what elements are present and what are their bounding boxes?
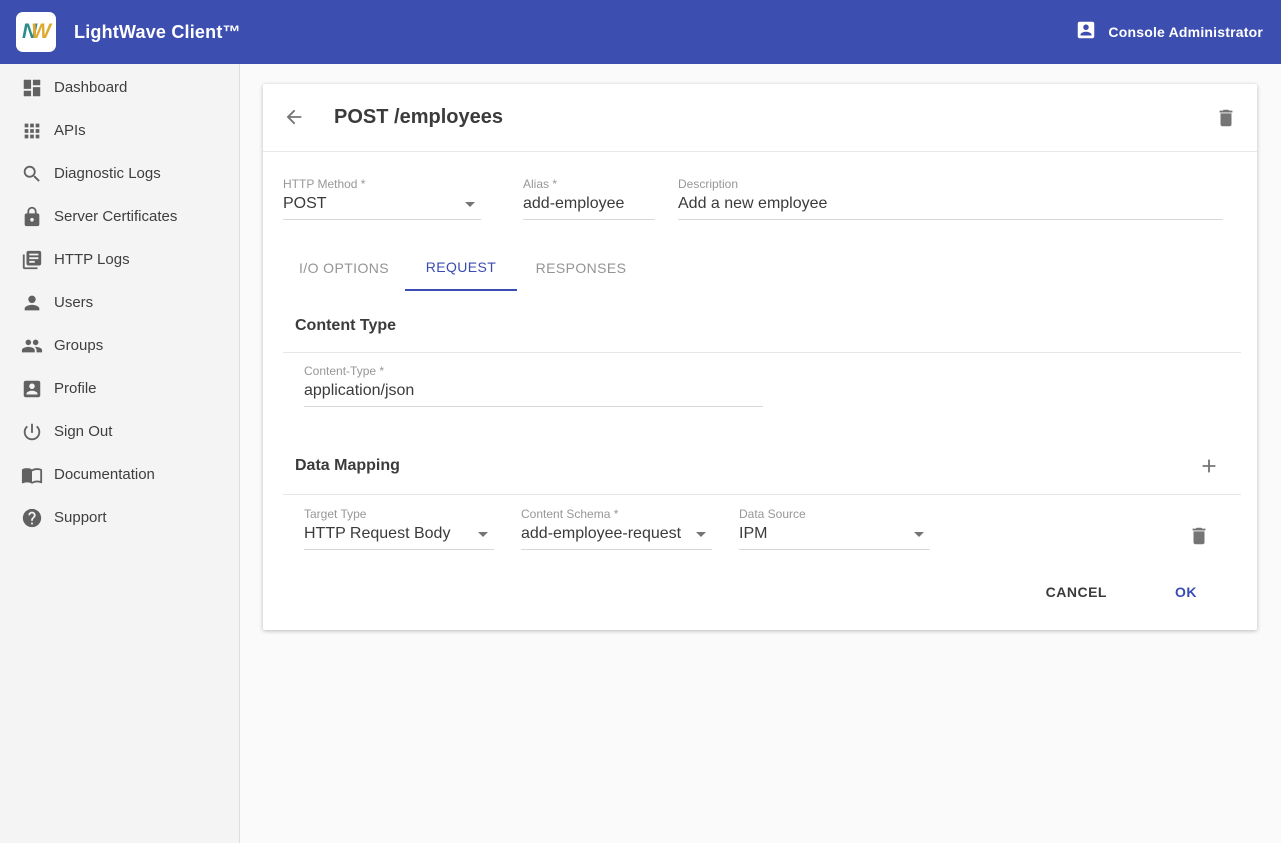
add-mapping-icon[interactable] — [1198, 455, 1220, 477]
target-type-value: HTTP Request Body — [304, 525, 450, 543]
lock-icon — [20, 205, 44, 229]
back-arrow-icon[interactable] — [283, 106, 307, 130]
ok-button[interactable]: OK — [1175, 584, 1197, 600]
content-schema-label: Content Schema * — [521, 507, 712, 521]
alias-value: add-employee — [523, 195, 624, 213]
book-icon — [20, 463, 44, 487]
topbar: NW LightWave Client™ Console Administrat… — [0, 0, 1281, 64]
sidebar-item-label: Diagnostic Logs — [54, 165, 161, 182]
http-method-value: POST — [283, 195, 327, 213]
sidebar-item-label: Dashboard — [54, 79, 127, 96]
tab-io-options[interactable]: I/O OPTIONS — [283, 244, 405, 291]
alias-field[interactable]: Alias * add-employee — [523, 177, 655, 220]
sidebar-item-profile[interactable]: Profile — [0, 367, 239, 410]
alias-label: Alias * — [523, 177, 655, 191]
sidebar-item-http-logs[interactable]: HTTP Logs — [0, 238, 239, 281]
help-icon — [20, 506, 44, 530]
description-value: Add a new employee — [678, 195, 827, 213]
sidebar-item-diagnostic-logs[interactable]: Diagnostic Logs — [0, 152, 239, 195]
delete-mapping-icon[interactable] — [1188, 525, 1210, 547]
logo-letter-w: W — [31, 20, 50, 44]
data-source-label: Data Source — [739, 507, 930, 521]
sidebar-item-label: Profile — [54, 380, 97, 397]
target-type-label: Target Type — [304, 507, 494, 521]
tab-request[interactable]: REQUEST — [405, 244, 517, 291]
content-type-field[interactable]: Content-Type * application/json — [304, 364, 763, 407]
delete-endpoint-icon[interactable] — [1215, 107, 1237, 129]
account-box-icon — [20, 377, 44, 401]
people-icon — [20, 334, 44, 358]
person-icon — [20, 291, 44, 315]
chevron-down-icon — [465, 202, 475, 207]
target-type-select[interactable]: Target Type HTTP Request Body — [304, 507, 494, 550]
user-menu[interactable]: Console Administrator — [1075, 19, 1263, 46]
endpoint-fields-row: HTTP Method * POST Alias * add-employee … — [263, 152, 1257, 220]
sidebar-item-label: Sign Out — [54, 423, 112, 440]
content-type-label: Content-Type * — [304, 364, 763, 378]
http-method-label: HTTP Method * — [283, 177, 481, 191]
chevron-down-icon — [696, 532, 706, 537]
data-source-value: IPM — [739, 525, 767, 543]
apps-icon — [20, 119, 44, 143]
data-source-select[interactable]: Data Source IPM — [739, 507, 930, 550]
content-type-value: application/json — [304, 382, 414, 400]
sidebar-item-label: Support — [54, 509, 107, 526]
description-label: Description — [678, 177, 1223, 191]
library-icon — [20, 248, 44, 272]
dashboard-icon — [20, 76, 44, 100]
sidebar: Dashboard APIs Diagnostic Logs Server Ce… — [0, 64, 240, 843]
section-divider — [283, 494, 1241, 495]
endpoint-card: POST /employees HTTP Method * POST Alias… — [263, 84, 1257, 630]
data-mapping-heading: Data Mapping — [295, 457, 400, 475]
account-box-icon — [1075, 19, 1097, 46]
sidebar-item-label: HTTP Logs — [54, 251, 130, 268]
tab-bar: I/O OPTIONS REQUEST RESPONSES — [283, 244, 1257, 291]
data-mapping-header: Data Mapping — [295, 455, 1220, 477]
chevron-down-icon — [478, 532, 488, 537]
sidebar-item-dashboard[interactable]: Dashboard — [0, 66, 239, 109]
sidebar-item-label: Users — [54, 294, 93, 311]
sidebar-item-support[interactable]: Support — [0, 496, 239, 539]
sidebar-item-apis[interactable]: APIs — [0, 109, 239, 152]
sidebar-item-sign-out[interactable]: Sign Out — [0, 410, 239, 453]
page-title: POST /employees — [334, 106, 503, 129]
card-header: POST /employees — [263, 84, 1257, 152]
tab-responses[interactable]: RESPONSES — [517, 244, 645, 291]
main-content: POST /employees HTTP Method * POST Alias… — [240, 64, 1281, 843]
sidebar-item-server-certificates[interactable]: Server Certificates — [0, 195, 239, 238]
sidebar-item-label: Groups — [54, 337, 103, 354]
sidebar-item-groups[interactable]: Groups — [0, 324, 239, 367]
cancel-button[interactable]: CANCEL — [1046, 584, 1107, 600]
app-title: LightWave Client™ — [74, 22, 241, 43]
http-method-select[interactable]: HTTP Method * POST — [283, 177, 481, 220]
description-field[interactable]: Description Add a new employee — [678, 177, 1223, 220]
content-schema-select[interactable]: Content Schema * add-employee-request — [521, 507, 712, 550]
sidebar-item-users[interactable]: Users — [0, 281, 239, 324]
sidebar-item-documentation[interactable]: Documentation — [0, 453, 239, 496]
user-name: Console Administrator — [1108, 24, 1263, 40]
sidebar-item-label: Server Certificates — [54, 208, 177, 225]
search-icon — [20, 162, 44, 186]
chevron-down-icon — [914, 532, 924, 537]
sidebar-item-label: APIs — [54, 122, 86, 139]
sidebar-item-label: Documentation — [54, 466, 155, 483]
section-divider — [283, 352, 1241, 353]
app-logo: NW — [16, 12, 56, 52]
content-schema-value: add-employee-request — [521, 525, 681, 543]
data-mapping-row: Target Type HTTP Request Body Content Sc… — [304, 507, 1257, 550]
content-type-heading: Content Type — [295, 317, 1257, 335]
form-actions: CANCEL OK — [263, 550, 1257, 630]
power-icon — [20, 420, 44, 444]
